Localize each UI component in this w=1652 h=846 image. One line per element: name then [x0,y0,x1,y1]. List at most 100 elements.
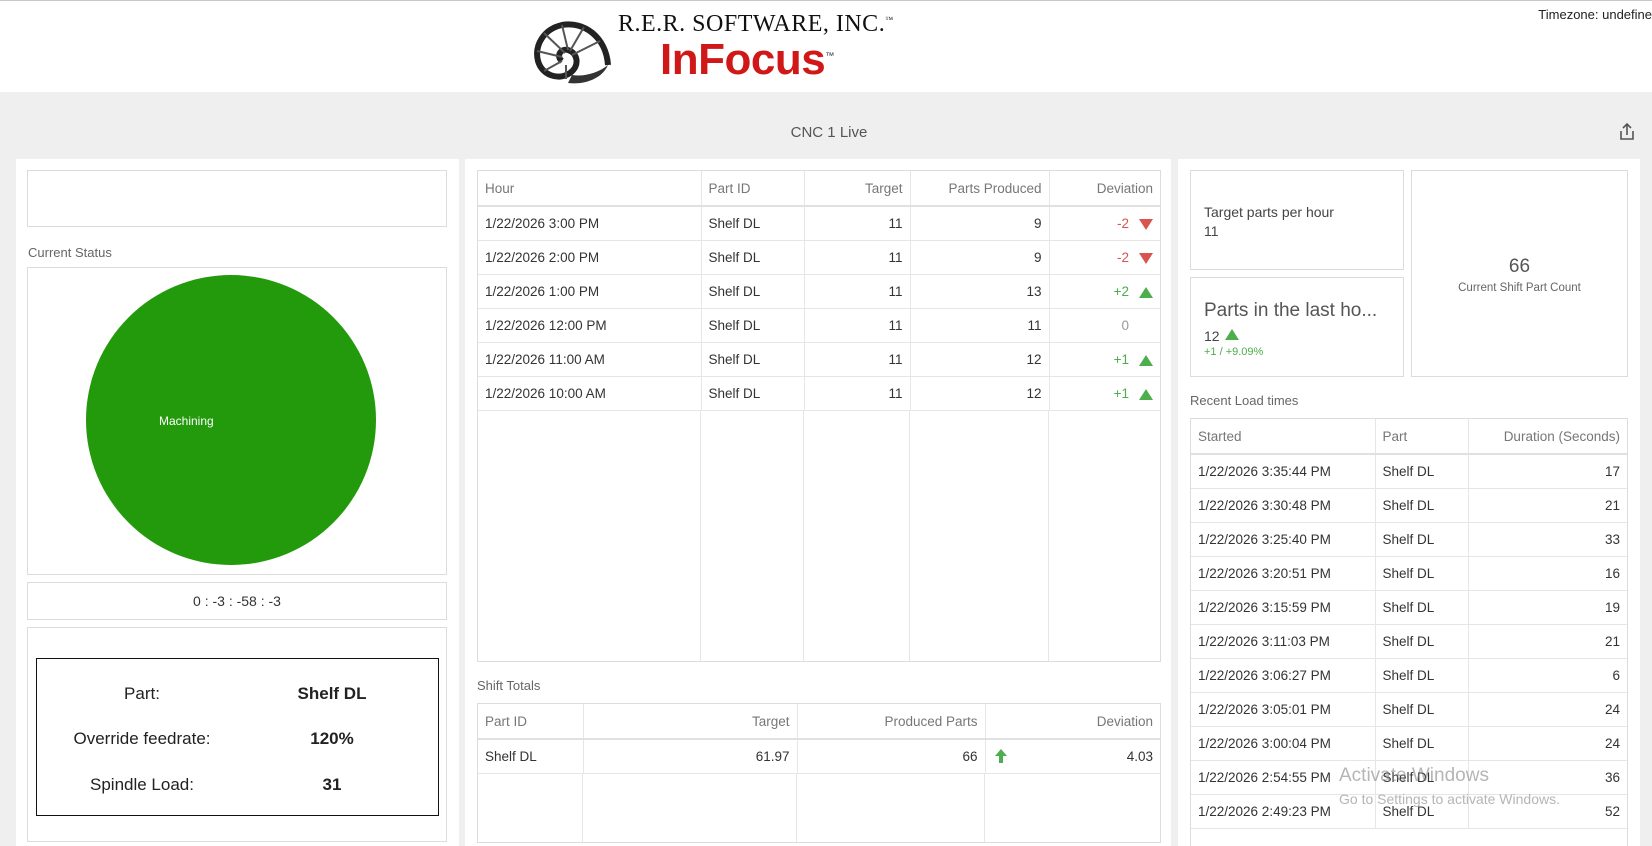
cell-part: Shelf DL [1375,488,1469,523]
cell-duration: 24 [1468,692,1627,727]
cell-part: Shelf DL [701,274,805,309]
col-produced-parts[interactable]: Produced Parts [797,704,986,740]
table-row[interactable]: 1/22/2026 1:00 PM Shelf DL 11 13 +2 [478,274,1160,309]
hourly-empty-area [478,411,1160,661]
cell-duration: 21 [1468,488,1627,523]
kpi-value: 66 [1508,256,1531,277]
cell-target: 11 [804,274,911,309]
activate-windows-hint: Go to Settings to activate Windows. [1339,791,1560,807]
table-row[interactable]: 1/22/2026 3:00:04 PM Shelf DL 24 [1191,726,1627,761]
kpi-value: 12 [1204,328,1239,344]
table-row[interactable]: 1/22/2026 3:20:51 PM Shelf DL 16 [1191,556,1627,591]
cell-part: Shelf DL [701,206,805,241]
trend-down-icon [1139,252,1153,264]
activate-windows-watermark: Activate Windows [1339,765,1489,786]
trend-down-icon [1139,218,1153,230]
deviation-value: -2 [1116,216,1129,231]
cell-duration: 6 [1468,658,1627,693]
trend-up-icon [1224,329,1239,340]
col-parts-produced[interactable]: Parts Produced [910,171,1050,207]
cell-started: 1/22/2026 3:05:01 PM [1191,692,1376,727]
col-started[interactable]: Started [1191,419,1376,455]
cell-started: 1/22/2026 3:30:48 PM [1191,488,1376,523]
col-target[interactable]: Target [583,704,798,740]
target-parts-per-hour-card: Target parts per hour 11 [1190,170,1404,270]
cell-target: 11 [804,206,911,241]
cell-hour: 1/22/2026 12:00 PM [478,308,702,343]
table-row[interactable]: 1/22/2026 10:00 AM Shelf DL 11 12 +1 [478,376,1160,411]
table-row[interactable]: 1/22/2026 12:00 PM Shelf DL 11 11 0 [478,308,1160,343]
cell-part: Shelf DL [1375,624,1469,659]
table-row[interactable]: 1/22/2026 3:11:03 PM Shelf DL 21 [1191,624,1627,659]
kpi-change: +1 / +9.09% [1204,346,1264,358]
table-row[interactable]: 1/22/2026 3:35:44 PM Shelf DL 17 [1191,454,1627,489]
status-pie-card: Machining [27,267,447,575]
parts-last-hour-card: Parts in the last ho... 12 +1 / +9.09% [1190,277,1404,377]
current-shift-part-count-card: 66 Current Shift Part Count [1411,170,1628,377]
cell-hour: 1/22/2026 11:00 AM [478,342,702,377]
cell-duration: 21 [1468,624,1627,659]
cell-part: Shelf DL [1375,556,1469,591]
table-row[interactable]: Shelf DL 61.97 66 4.03 [478,739,1160,774]
cell-part: Shelf DL [701,308,805,343]
cell-duration: 36 [1468,760,1627,795]
cell-part: Shelf DL [478,739,584,774]
col-part-id[interactable]: Part ID [701,171,805,207]
cell-hour: 1/22/2026 3:00 PM [478,206,702,241]
table-row[interactable]: 1/22/2026 2:00 PM Shelf DL 11 9 -2 [478,240,1160,275]
table-row[interactable]: 1/22/2026 3:25:40 PM Shelf DL 33 [1191,522,1627,557]
table-row[interactable]: 1/22/2026 3:15:59 PM Shelf DL 19 [1191,590,1627,625]
cell-produced: 12 [910,376,1050,411]
dashboard-title: CNC 1 Live [790,124,868,141]
trend-up-icon [1139,286,1153,298]
status-pie-chart[interactable]: Machining [28,268,446,574]
hourly-header-row: Hour Part ID Target Parts Produced Devia… [478,171,1160,207]
col-hour[interactable]: Hour [478,171,702,207]
col-deviation[interactable]: Deviation [1049,171,1160,207]
cell-deviation: +1 [1049,342,1160,377]
cell-target: 11 [804,376,911,411]
info-label: Override feedrate: [73,729,211,748]
cell-hour: 1/22/2026 1:00 PM [478,274,702,309]
table-row[interactable]: 1/22/2026 3:06:27 PM Shelf DL 6 [1191,658,1627,693]
hourly-production-table: Hour Part ID Target Parts Produced Devia… [477,170,1161,662]
kpi-label: Parts in the last ho... [1204,300,1378,321]
timezone-label: Timezone: undefine [1538,7,1652,22]
cell-part: Shelf DL [1375,692,1469,727]
col-deviation[interactable]: Deviation [985,704,1160,740]
cell-started: 1/22/2026 3:20:51 PM [1191,556,1376,591]
load-header-row: Started Part Duration (Seconds) [1191,419,1627,455]
table-row[interactable]: 1/22/2026 3:30:48 PM Shelf DL 21 [1191,488,1627,523]
status-card [27,170,447,227]
table-row[interactable]: 1/22/2026 3:05:01 PM Shelf DL 24 [1191,692,1627,727]
rer-infocus-logo: R.E.R. SOFTWARE, INC.™ InFocus™ [530,7,893,87]
machine-info-table: Part: Shelf DL Override feedrate: 120% S… [36,658,439,816]
col-part-id[interactable]: Part ID [478,704,584,740]
cell-duration: 16 [1468,556,1627,591]
info-label: Spindle Load: [90,775,194,794]
trend-up-icon [1139,354,1153,366]
deviation-value: 4.03 [1126,749,1153,764]
arrow-up-icon [994,749,1007,763]
export-icon[interactable] [1617,122,1637,142]
cell-part: Shelf DL [701,342,805,377]
deviation-value: +1 [1113,386,1129,401]
deviation-value: +2 [1113,284,1129,299]
cell-produced: 13 [910,274,1050,309]
cell-part: Shelf DL [1375,658,1469,693]
cell-produced: 11 [910,308,1050,343]
cell-part: Shelf DL [1375,522,1469,557]
kpi-label: Current Shift Part Count [1458,282,1581,294]
cell-duration: 19 [1468,590,1627,625]
pie-slice-machining[interactable] [86,275,376,565]
cell-started: 1/22/2026 3:06:27 PM [1191,658,1376,693]
table-row[interactable]: 1/22/2026 3:00 PM Shelf DL 11 9 -2 [478,206,1160,241]
col-part[interactable]: Part [1375,419,1469,455]
table-row[interactable]: 1/22/2026 11:00 AM Shelf DL 11 12 +1 [478,342,1160,377]
cell-duration: 33 [1468,522,1627,557]
col-target[interactable]: Target [804,171,911,207]
cell-target: 61.97 [583,739,798,774]
cell-deviation: 4.03 [985,739,1160,774]
col-duration[interactable]: Duration (Seconds) [1468,419,1627,455]
cell-part: Shelf DL [1375,454,1469,489]
